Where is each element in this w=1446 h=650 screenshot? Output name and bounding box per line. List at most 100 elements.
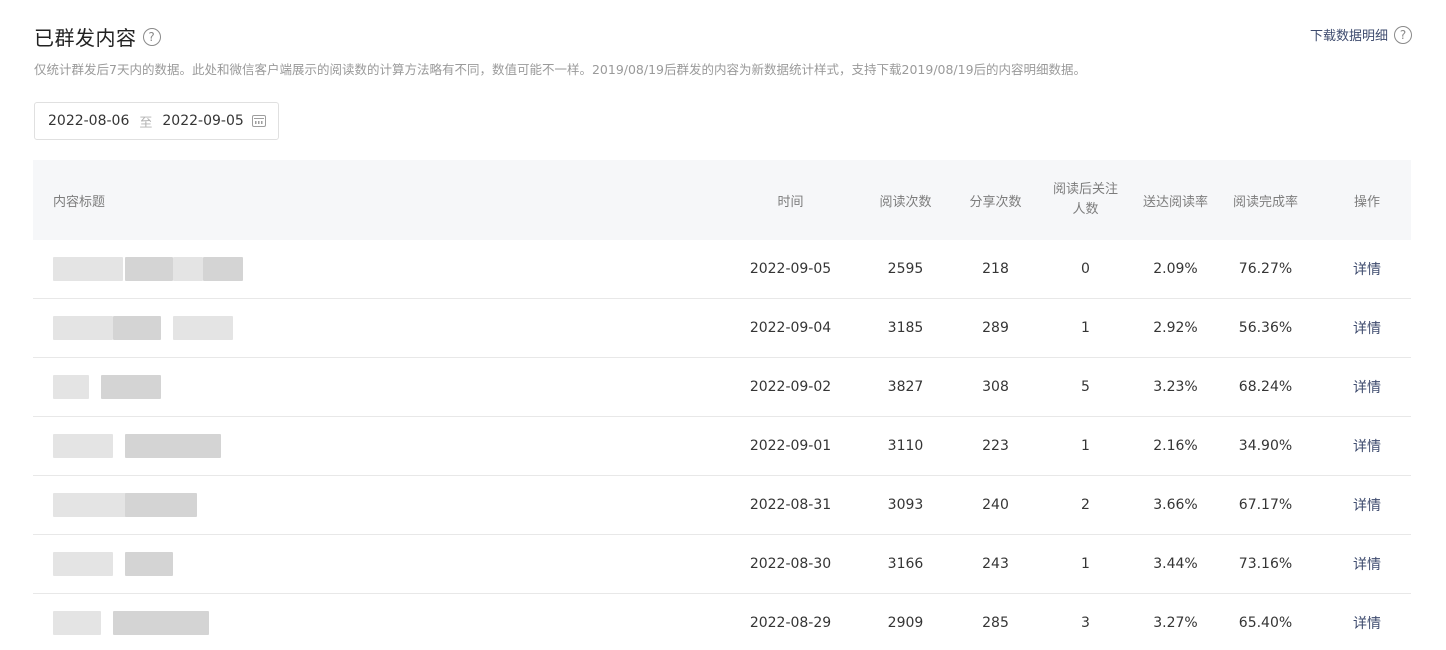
content-title-blurred[interactable] xyxy=(33,434,733,458)
blurred-title-image xyxy=(53,375,733,399)
column-reads: 阅读次数 xyxy=(879,194,932,210)
cell-action: 详情 xyxy=(1323,377,1411,397)
cell-time: 2022-08-29 xyxy=(749,615,832,631)
cell-follows: 0 xyxy=(1081,261,1090,277)
detail-link[interactable]: 详情 xyxy=(1353,498,1381,514)
cell-shares: 285 xyxy=(982,615,1009,631)
cell-time: 2022-09-01 xyxy=(749,438,832,454)
table-row: 2022-09-04 3185 289 1 2.92% 56.36% 详情 xyxy=(33,299,1411,358)
column-title: 内容标题 xyxy=(53,194,106,210)
date-range-picker[interactable]: 2022-08-06 至 2022-09-05 xyxy=(34,102,279,140)
cell-shares: 223 xyxy=(982,438,1009,454)
table-row: 2022-08-30 3166 243 1 3.44% 73.16% 详情 xyxy=(33,535,1411,594)
column-follows-line2: 人数 xyxy=(1072,202,1099,217)
blur-segment xyxy=(125,257,173,281)
detail-link[interactable]: 详情 xyxy=(1353,616,1381,632)
cell-action: 详情 xyxy=(1323,318,1411,338)
download-help-icon[interactable]: ? xyxy=(1394,25,1412,44)
detail-link[interactable]: 详情 xyxy=(1353,557,1381,573)
page-header: 已群发内容 ? xyxy=(34,22,161,51)
cell-shares: 308 xyxy=(982,379,1009,395)
cell-delivery-rate: 2.09% xyxy=(1153,261,1198,277)
blurred-title-image xyxy=(53,552,733,576)
content-title-blurred[interactable] xyxy=(33,257,733,281)
blur-segment xyxy=(203,257,243,281)
table-row: 2022-08-29 2909 285 3 3.27% 65.40% 详情 xyxy=(33,594,1411,650)
cell-follows: 3 xyxy=(1081,615,1090,631)
date-start[interactable]: 2022-08-06 xyxy=(48,113,129,129)
cell-shares: 289 xyxy=(982,320,1009,336)
cell-delivery-rate: 2.16% xyxy=(1153,438,1198,454)
blur-segment xyxy=(173,257,203,281)
blurred-title-image xyxy=(53,434,733,458)
cell-delivery-rate: 3.44% xyxy=(1153,556,1198,572)
help-icon[interactable]: ? xyxy=(142,27,161,46)
cell-reads: 3093 xyxy=(887,497,924,513)
cell-follows: 5 xyxy=(1081,379,1090,395)
blurred-title-image xyxy=(53,611,733,635)
cell-time: 2022-08-30 xyxy=(749,556,832,572)
download-data-link[interactable]: 下载数据明细 xyxy=(1310,25,1388,44)
content-title-blurred[interactable] xyxy=(33,611,733,635)
cell-shares: 243 xyxy=(982,556,1009,572)
detail-link[interactable]: 详情 xyxy=(1353,262,1381,278)
calendar-icon[interactable] xyxy=(252,115,266,127)
blur-segment xyxy=(53,611,101,635)
table-body: 2022-09-05 2595 218 0 2.09% 76.27% 详情 20… xyxy=(33,240,1411,650)
cell-follows: 2 xyxy=(1081,497,1090,513)
cell-time: 2022-09-04 xyxy=(749,320,832,336)
date-separator: 至 xyxy=(139,115,153,131)
date-end[interactable]: 2022-09-05 xyxy=(162,113,243,129)
blurred-title-image xyxy=(53,493,733,517)
cell-reads: 3185 xyxy=(887,320,924,336)
column-delivery-rate: 送达阅读率 xyxy=(1143,194,1209,210)
detail-link[interactable]: 详情 xyxy=(1353,321,1381,337)
blurred-title-image xyxy=(53,316,733,340)
content-table: 内容标题 时间 阅读次数 分享次数 阅读后关注 人数 送达阅读率 阅读完成率 操… xyxy=(33,160,1411,650)
blur-segment xyxy=(125,434,221,458)
cell-delivery-rate: 2.92% xyxy=(1153,320,1198,336)
cell-completion-rate: 56.36% xyxy=(1238,320,1293,336)
cell-completion-rate: 68.24% xyxy=(1238,379,1293,395)
cell-time: 2022-09-05 xyxy=(749,261,832,277)
download-data-button[interactable]: 下载数据明细 ? xyxy=(1310,25,1412,44)
column-completion-rate: 阅读完成率 xyxy=(1232,194,1298,210)
cell-shares: 240 xyxy=(982,497,1009,513)
detail-link[interactable]: 详情 xyxy=(1353,439,1381,455)
cell-completion-rate: 34.90% xyxy=(1238,438,1293,454)
cell-reads: 2595 xyxy=(887,261,924,277)
content-title-blurred[interactable] xyxy=(33,375,733,399)
cell-action: 详情 xyxy=(1323,436,1411,456)
detail-link[interactable]: 详情 xyxy=(1353,380,1381,396)
table-row: 2022-09-02 3827 308 5 3.23% 68.24% 详情 xyxy=(33,358,1411,417)
blur-segment xyxy=(101,375,161,399)
column-action: 操作 xyxy=(1353,194,1380,210)
page-title: 已群发内容 xyxy=(34,26,137,50)
cell-delivery-rate: 3.66% xyxy=(1153,497,1198,513)
cell-delivery-rate: 3.23% xyxy=(1153,379,1198,395)
cell-reads: 2909 xyxy=(887,615,924,631)
cell-reads: 3110 xyxy=(887,438,924,454)
table-row: 2022-09-05 2595 218 0 2.09% 76.27% 详情 xyxy=(33,240,1411,299)
cell-reads: 3827 xyxy=(887,379,924,395)
stats-description: 仅统计群发后7天内的数据。此处和微信客户端展示的阅读数的计算方法略有不同，数值可… xyxy=(34,62,1087,77)
table-row: 2022-08-31 3093 240 2 3.66% 67.17% 详情 xyxy=(33,476,1411,535)
table-header: 内容标题 时间 阅读次数 分享次数 阅读后关注 人数 送达阅读率 阅读完成率 操… xyxy=(33,160,1411,240)
cell-action: 详情 xyxy=(1323,259,1411,279)
content-title-blurred[interactable] xyxy=(33,552,733,576)
cell-action: 详情 xyxy=(1323,495,1411,515)
blur-segment xyxy=(53,434,113,458)
cell-time: 2022-08-31 xyxy=(749,497,832,513)
blur-segment xyxy=(53,316,113,340)
cell-completion-rate: 73.16% xyxy=(1238,556,1293,572)
cell-completion-rate: 67.17% xyxy=(1238,497,1293,513)
cell-shares: 218 xyxy=(982,261,1009,277)
cell-follows: 1 xyxy=(1081,320,1090,336)
cell-follows: 1 xyxy=(1081,438,1090,454)
content-title-blurred[interactable] xyxy=(33,493,733,517)
blur-segment xyxy=(173,316,233,340)
column-shares: 分享次数 xyxy=(969,194,1022,210)
column-follows-line1: 阅读后关注 xyxy=(1052,182,1118,197)
content-title-blurred[interactable] xyxy=(33,316,733,340)
blur-segment xyxy=(125,493,197,517)
